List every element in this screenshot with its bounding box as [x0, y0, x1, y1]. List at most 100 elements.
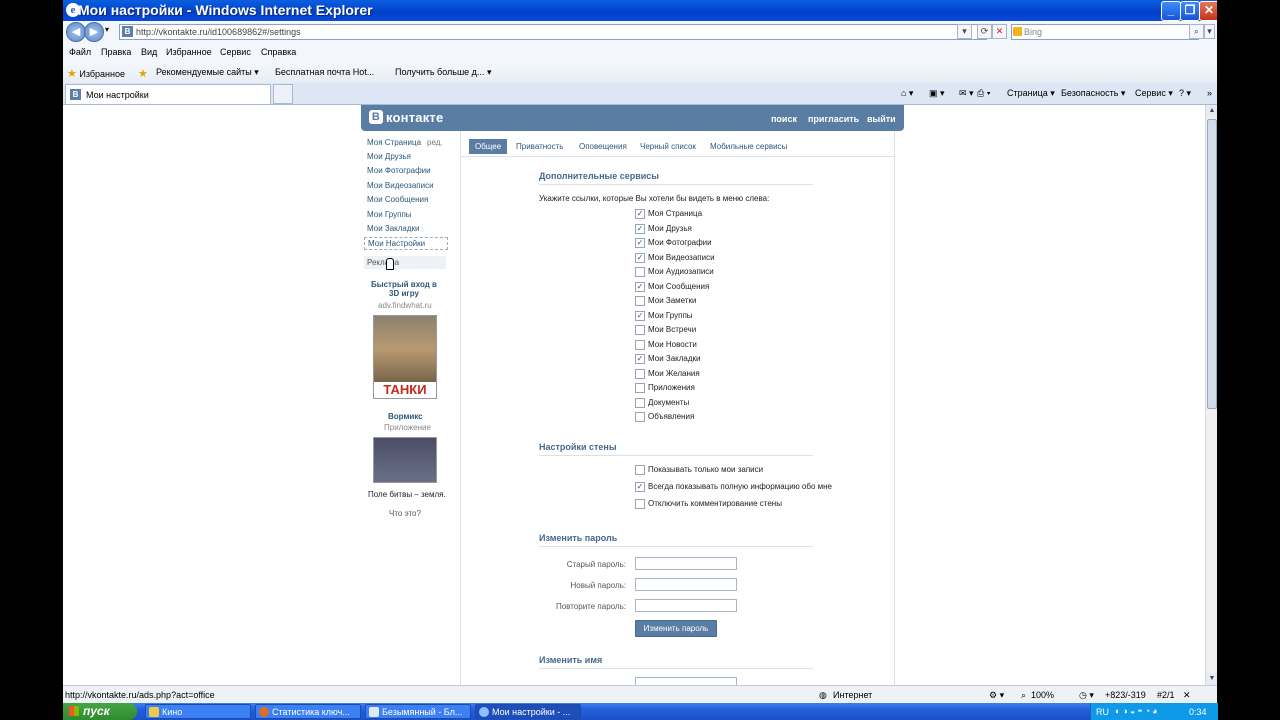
- scroll-up-button[interactable]: ▲: [1206, 105, 1217, 117]
- mail-icon[interactable]: ✉ ▾: [959, 88, 974, 99]
- protected-mode-icon[interactable]: ⚙ ▾: [989, 690, 1004, 701]
- change-password-button[interactable]: Изменить пароль: [635, 620, 717, 637]
- left-menu-edit-link[interactable]: ред.: [427, 138, 443, 147]
- print-icon[interactable]: ⎙ ▾: [977, 88, 990, 99]
- close-status-icon[interactable]: ✕: [1183, 690, 1191, 701]
- service-label[interactable]: Мои Группы: [648, 311, 693, 320]
- safety-menu[interactable]: Безопасность ▾: [1061, 88, 1125, 99]
- scroll-down-button[interactable]: ▼: [1206, 673, 1217, 685]
- ad2-wormix-image[interactable]: [373, 437, 437, 483]
- menu-file[interactable]: Файл: [69, 47, 91, 57]
- add-favorites-icon[interactable]: ★: [138, 67, 148, 80]
- status-zoom[interactable]: 100%: [1031, 690, 1054, 700]
- service-label[interactable]: Моя Страница: [648, 209, 702, 218]
- forward-button[interactable]: ▶: [84, 22, 104, 42]
- search-options-button[interactable]: ▾: [1204, 24, 1215, 39]
- service-checkbox[interactable]: ✓: [635, 281, 645, 292]
- service-checkbox[interactable]: [635, 296, 645, 306]
- left-menu-bookmarks[interactable]: Мои Закладки: [367, 224, 420, 233]
- ad1-title[interactable]: Быстрый вход в 3D игру: [369, 280, 439, 298]
- service-label[interactable]: Приложения: [648, 383, 695, 392]
- left-menu-messages[interactable]: Мои Сообщения: [367, 195, 428, 204]
- service-label[interactable]: Мои Встречи: [648, 325, 696, 334]
- search-go-button[interactable]: ⌕: [1189, 24, 1204, 39]
- menu-tools[interactable]: Сервис: [220, 47, 251, 57]
- service-label[interactable]: Мои Друзья: [648, 224, 692, 233]
- service-label[interactable]: Мои Закладки: [648, 354, 701, 363]
- ad2-title[interactable]: Вормикс: [388, 412, 423, 421]
- service-label[interactable]: Мои Видеозаписи: [648, 253, 715, 262]
- service-label[interactable]: Мои Новости: [648, 340, 697, 349]
- left-menu-groups[interactable]: Мои Группы: [367, 210, 412, 219]
- favorites-button[interactable]: ★ Избранное: [67, 67, 125, 80]
- service-label[interactable]: Мои Заметки: [648, 296, 697, 305]
- service-checkbox[interactable]: [635, 339, 645, 350]
- service-checkbox[interactable]: ✓: [635, 310, 645, 321]
- new-tab-button[interactable]: [273, 84, 293, 104]
- wall-option-checkbox[interactable]: ✓: [635, 482, 645, 492]
- service-label[interactable]: Мои Сообщения: [648, 282, 709, 291]
- chevron-right-icon[interactable]: »: [1207, 88, 1212, 98]
- service-label[interactable]: Объявления: [648, 412, 694, 421]
- scroll-thumb[interactable]: [1207, 119, 1217, 409]
- vertical-scrollbar[interactable]: ▲ ▼: [1205, 105, 1217, 685]
- menu-help[interactable]: Справка: [261, 47, 296, 57]
- maximize-button[interactable]: ❐: [1180, 1, 1200, 21]
- wall-option-label[interactable]: Всегда показывать полную информацию обо …: [648, 482, 832, 491]
- search-input[interactable]: Bing: [1011, 24, 1199, 40]
- old-password-input[interactable]: [635, 557, 737, 570]
- wall-option-label[interactable]: Показывать только мои записи: [648, 465, 763, 474]
- left-menu-settings[interactable]: Мои Настройки: [364, 237, 448, 250]
- tab-blacklist[interactable]: Черный список: [640, 142, 696, 151]
- task-kino[interactable]: Кино: [145, 704, 251, 719]
- tab-notifications[interactable]: Оповещения: [579, 142, 627, 151]
- help-icon[interactable]: ? ▾: [1179, 88, 1191, 99]
- service-checkbox[interactable]: ✓: [635, 354, 645, 364]
- wall-option-label[interactable]: Отключить комментирование стены: [648, 499, 782, 508]
- left-menu-photos[interactable]: Мои Фотографии: [367, 166, 431, 175]
- address-dropdown-button[interactable]: ▾: [957, 24, 972, 39]
- what-is-link[interactable]: Что это?: [389, 509, 421, 518]
- left-menu-my-page[interactable]: Моя Страница: [367, 138, 421, 147]
- history-dropdown-icon[interactable]: ▾: [105, 25, 109, 34]
- task-notepad[interactable]: Безымянный - Бл...: [365, 704, 471, 719]
- page-menu[interactable]: Страница ▾: [1007, 88, 1055, 99]
- refresh-button[interactable]: ⟳: [977, 24, 992, 39]
- service-label[interactable]: Мои Желания: [648, 369, 700, 378]
- service-checkbox[interactable]: [635, 325, 645, 335]
- service-checkbox[interactable]: ✓: [635, 238, 645, 248]
- ads-label[interactable]: Реклама: [364, 256, 446, 269]
- tab-general[interactable]: Общее: [469, 139, 508, 154]
- new-password-input[interactable]: [635, 578, 737, 591]
- header-invite-link[interactable]: пригласить: [808, 114, 859, 124]
- service-checkbox[interactable]: [635, 397, 645, 408]
- wall-option-checkbox[interactable]: [635, 465, 645, 475]
- service-checkbox[interactable]: [635, 383, 645, 393]
- tray-icons[interactable]: ◐◑◒◓◔◕: [1115, 706, 1160, 716]
- repeat-password-input[interactable]: [635, 599, 737, 612]
- tools-menu[interactable]: Сервис ▾: [1135, 88, 1173, 99]
- task-stats[interactable]: Статистика ключ...: [255, 704, 361, 719]
- language-indicator[interactable]: RU: [1096, 707, 1109, 717]
- start-button[interactable]: пуск: [63, 703, 137, 720]
- menu-favorites[interactable]: Избранное: [166, 47, 212, 57]
- tab-privacy[interactable]: Приватность: [516, 142, 563, 151]
- menu-edit[interactable]: Правка: [101, 47, 131, 57]
- fav-hotmail[interactable]: Бесплатная почта Hot...: [275, 67, 374, 77]
- close-button[interactable]: ✕: [1199, 1, 1217, 21]
- service-checkbox[interactable]: [635, 368, 645, 379]
- service-label[interactable]: Документы: [648, 398, 689, 407]
- minimize-button[interactable]: _: [1161, 1, 1181, 21]
- home-icon[interactable]: ⌂ ▾: [901, 88, 913, 99]
- service-checkbox[interactable]: [635, 267, 645, 277]
- service-label[interactable]: Мои Фотографии: [648, 238, 712, 247]
- service-checkbox[interactable]: ✓: [635, 209, 645, 219]
- menu-view[interactable]: Вид: [141, 47, 157, 57]
- tab-mobile[interactable]: Мобильные сервисы: [710, 142, 787, 151]
- service-checkbox[interactable]: [635, 412, 645, 422]
- left-menu-friends[interactable]: Мои Друзья: [367, 152, 411, 161]
- service-label[interactable]: Мои Аудиозаписи: [648, 267, 714, 276]
- left-menu-videos[interactable]: Мои Видеозаписи: [367, 181, 434, 190]
- back-button[interactable]: ◀: [66, 22, 86, 42]
- tab-settings[interactable]: B Мои настройки: [65, 84, 271, 104]
